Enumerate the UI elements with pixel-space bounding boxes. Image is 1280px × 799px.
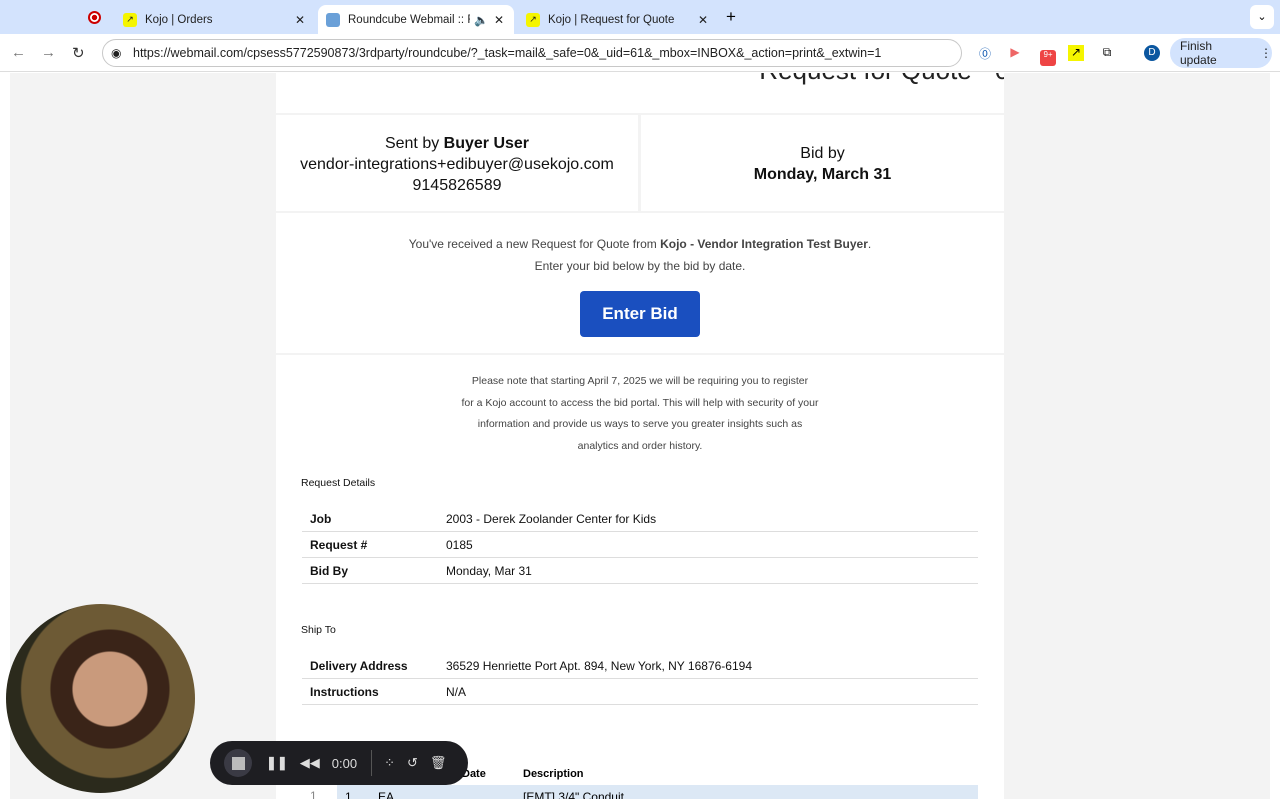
row-value: 36529 Henriette Port Apt. 894, New York,… — [446, 658, 752, 673]
roundcube-favicon — [326, 12, 340, 27]
divider — [371, 750, 373, 776]
password-manager-icon[interactable]: ⓪ — [977, 45, 993, 61]
kojo-favicon: ↗ — [526, 12, 540, 27]
close-tab-icon[interactable]: ✕ — [295, 13, 305, 27]
trash-icon[interactable]: 🗑 — [430, 755, 447, 771]
speaker-icon[interactable]: 🔈 — [474, 13, 488, 27]
bid-by-card: Bid by Monday, March 31 — [641, 115, 1004, 211]
reload-icon[interactable]: ↻ — [72, 44, 85, 62]
rewind-icon[interactable]: ◀◀ — [300, 755, 320, 771]
bid-by-date: Monday, March 31 — [753, 166, 892, 183]
close-tab-icon[interactable]: ✕ — [494, 13, 504, 27]
sender-card: Sent by Buyer User vendor-integrations+e… — [276, 115, 638, 211]
row-value: 0185 — [446, 537, 473, 552]
tab-label: Roundcube Webmail :: RF — [348, 13, 470, 26]
url-text: https://webmail.com/cpsess5772590873/3rd… — [133, 46, 882, 60]
forward-icon[interactable]: → — [41, 44, 56, 61]
screen-recorder-controls: ❚❚ ◀◀ 0:00 ⁘ ↺ 🗑 — [210, 741, 468, 785]
sender-phone: 9145826589 — [412, 177, 502, 194]
row-value: Monday, Mar 31 — [446, 563, 532, 578]
webcam-bubble[interactable] — [6, 604, 195, 793]
ship-to-table: Delivery Address 36529 Henriette Port Apt… — [302, 653, 978, 705]
kojo-favicon: ↗ — [123, 12, 137, 27]
sent-by-label: Sent by — [384, 135, 444, 152]
menu-kebab-icon[interactable]: ⋮ — [1260, 46, 1272, 60]
tab-label: Kojo | Orders — [145, 13, 213, 26]
extension-icon[interactable]: ▶ — [1007, 45, 1023, 61]
tab-kojo-rfq[interactable]: ↗ Kojo | Request for Quote ✕ — [518, 5, 718, 34]
item-number: 1 — [310, 789, 317, 799]
row-value: 2003 - Derek Zoolander Center for Kids — [446, 511, 657, 526]
tab-search-button[interactable]: ⌄ — [1250, 5, 1274, 29]
address-bar[interactable]: ◉ https://webmail.com/cpsess5772590873/3r… — [102, 39, 962, 67]
intro-text: You've received a new Request for Quote … — [408, 237, 661, 251]
buyer-name: Kojo - Vendor Integration Test Buyer — [660, 237, 868, 251]
title-card: Request for Quote - 0185 — [276, 73, 1004, 113]
extension-badge[interactable]: 9+ — [1040, 50, 1056, 66]
table-row: Instructions N/A — [302, 679, 978, 705]
sender-name: Buyer User — [443, 135, 530, 152]
notice-line: for a Kojo account to access the bid por… — [461, 396, 819, 409]
item-description: [EMT] 3/4" Conduit — [523, 790, 624, 799]
tab-bar: ↗ Kojo | Orders ✕ Roundcube Webmail :: RF 🔈… — [0, 0, 1280, 34]
row-key: Request # — [310, 537, 368, 552]
request-details-table: Job 2003 - Derek Zoolander Center for Kid… — [302, 506, 978, 584]
kojo-extension-icon[interactable]: ↗ — [1068, 45, 1084, 61]
email-title: Request for Quote - 0185 — [542, 73, 1004, 86]
item-uom: EA — [378, 790, 395, 799]
tab-label: Kojo | Request for Quote — [548, 13, 675, 26]
notice-line: analytics and order history. — [577, 439, 703, 452]
bid-by-label: Bid by — [800, 145, 845, 162]
new-tab-button[interactable]: + — [726, 7, 736, 27]
row-key: Instructions — [310, 684, 379, 699]
request-details-heading: Request Details — [301, 477, 376, 489]
grid-icon[interactable]: ⁘ — [384, 755, 395, 771]
row-key: Job — [310, 511, 332, 526]
finish-update-label: Finish update — [1180, 39, 1217, 67]
close-tab-icon[interactable]: ✕ — [698, 13, 708, 27]
tab-kojo-orders[interactable]: ↗ Kojo | Orders ✕ — [115, 5, 315, 34]
extensions-puzzle-icon[interactable]: ⧉ — [1099, 45, 1115, 61]
restart-icon[interactable]: ↺ — [407, 755, 418, 771]
table-row: Job 2003 - Derek Zoolander Center for Kid… — [302, 506, 978, 532]
intro-text-2: Enter your bid below by the bid by date. — [534, 259, 746, 273]
row-value: N/A — [446, 684, 467, 699]
items-header-description: Description — [523, 768, 584, 780]
notice-line: information and provide us ways to serve… — [477, 418, 803, 430]
profile-avatar[interactable]: D — [1144, 45, 1160, 61]
sender-email[interactable]: vendor-integrations+edibuyer@usekojo.com — [276, 154, 638, 175]
browser-toolbar: ← → ↻ ◉ https://webmail.com/cpsess5772590… — [0, 34, 1280, 72]
record-indicator-icon — [88, 11, 101, 24]
intro-end: . — [867, 237, 872, 251]
ship-to-heading: Ship To — [301, 624, 336, 636]
email-print-view: Request for Quote - 0185 Sent by Buyer U… — [10, 73, 1270, 799]
site-info-icon[interactable]: ◉ — [111, 46, 121, 60]
notice-line: Please note that starting April 7, 2025 … — [471, 375, 809, 387]
item-qty: 1 — [345, 790, 352, 799]
table-row: Delivery Address 36529 Henriette Port Apt… — [302, 653, 978, 679]
pause-icon[interactable]: ❚❚ — [266, 755, 288, 771]
recording-time: 0:00 — [331, 755, 358, 771]
item-row: 1 EA [EMT] 3/4" Conduit — [337, 785, 978, 799]
stop-button[interactable] — [224, 749, 252, 777]
table-row: Bid By Monday, Mar 31 — [302, 558, 978, 584]
table-row: Request # 0185 — [302, 532, 978, 558]
notice-text: Please note that starting April 7, 2025 … — [276, 371, 1004, 457]
row-key: Delivery Address — [310, 658, 408, 673]
finish-update-button[interactable]: Finish update ⋮ — [1170, 38, 1272, 68]
back-icon[interactable]: ← — [11, 44, 26, 61]
row-key: Bid By — [310, 563, 349, 578]
enter-bid-button[interactable]: Enter Bid — [580, 291, 700, 337]
tab-roundcube[interactable]: Roundcube Webmail :: RF 🔈 ✕ — [318, 5, 514, 34]
